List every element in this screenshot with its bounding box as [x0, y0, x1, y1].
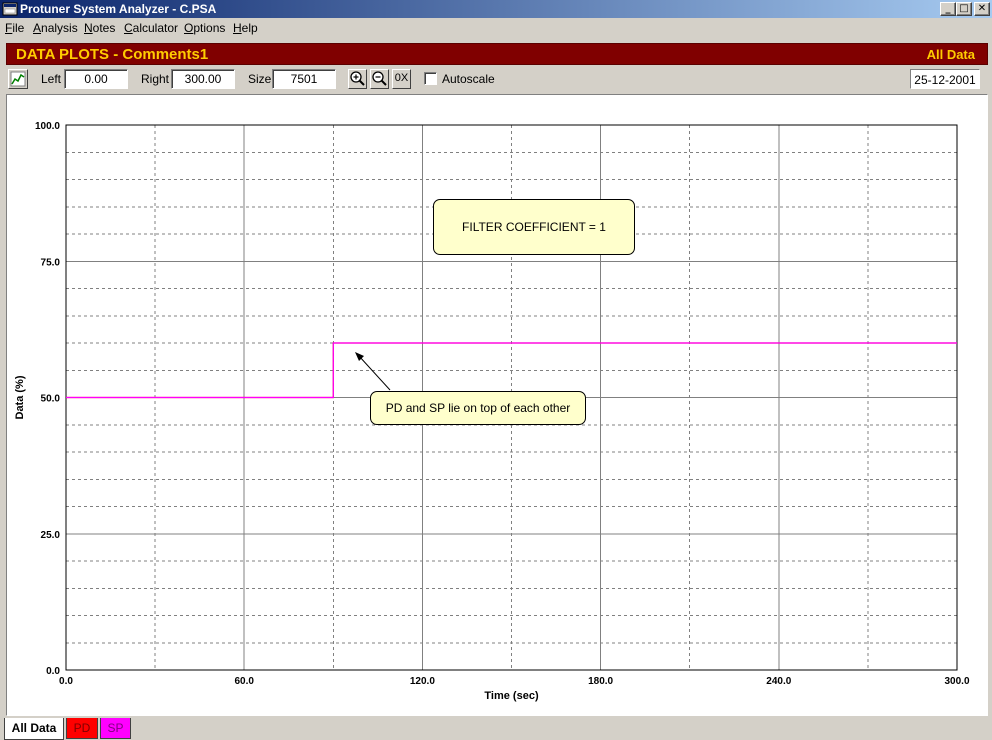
- maximize-button[interactable]: □: [956, 2, 972, 16]
- zoom-reset-button[interactable]: 0X: [392, 69, 411, 89]
- line-chart-icon[interactable]: [8, 69, 28, 89]
- size-input[interactable]: 7501: [272, 69, 336, 89]
- left-label: Left: [41, 72, 62, 86]
- menu-analysis[interactable]: Analysis: [33, 21, 78, 35]
- y-tick-label: 50.0: [41, 394, 61, 405]
- right-input[interactable]: 300.00: [171, 69, 235, 89]
- overlap-note[interactable]: PD and SP lie on top of each other: [370, 391, 586, 425]
- autoscale-label: Autoscale: [442, 72, 495, 86]
- x-tick-label: 300.0: [944, 676, 969, 687]
- x-tick-label: 120.0: [410, 676, 435, 687]
- x-tick-label: 60.0: [234, 676, 254, 687]
- menu-file[interactable]: File: [5, 21, 24, 35]
- date-display: 25-12-2001: [910, 69, 980, 89]
- plot-panel: 0.0 60.0 120.0 180.0 240.0 300.0 0.0 25.0 50.0 75…: [6, 94, 988, 716]
- right-label: Right: [141, 72, 170, 86]
- y-tick-label: 75.0: [41, 257, 61, 268]
- x-tick-label: 180.0: [588, 676, 613, 687]
- close-button[interactable]: ✕: [974, 2, 990, 16]
- menu-notes[interactable]: Notes: [84, 21, 115, 35]
- x-tick-label: 240.0: [766, 676, 791, 687]
- tab-pd[interactable]: PD: [66, 718, 98, 739]
- x-axis-title: Time (sec): [484, 690, 539, 702]
- y-tick-label: 0.0: [46, 666, 60, 677]
- tab-all-data[interactable]: All Data: [4, 718, 64, 740]
- tab-sp[interactable]: SP: [100, 718, 131, 739]
- zoom-in-icon[interactable]: [348, 69, 367, 89]
- app-icon: [2, 2, 18, 16]
- page-title: DATA PLOTS - Comments1: [16, 46, 209, 63]
- minimize-button[interactable]: _: [940, 2, 956, 16]
- zoom-out-icon[interactable]: [370, 69, 389, 89]
- x-tick-label: 0.0: [59, 676, 73, 687]
- size-label: Size: [248, 72, 272, 86]
- annotation-arrow-line: [358, 355, 391, 391]
- menu-options[interactable]: Options: [184, 21, 225, 35]
- filter-coefficient-note[interactable]: FILTER COEFFICIENT = 1: [433, 199, 635, 255]
- title-bar: Protuner System Analyzer - C.PSA _ □ ✕: [0, 0, 992, 18]
- y-axis-title: Data (%): [14, 375, 26, 419]
- window-title: Protuner System Analyzer - C.PSA: [20, 2, 217, 16]
- autoscale-checkbox[interactable]: [424, 72, 437, 85]
- menu-calculator[interactable]: Calculator: [124, 21, 178, 35]
- y-tick-label: 25.0: [41, 530, 61, 541]
- menu-help[interactable]: Help: [233, 21, 258, 35]
- view-label: All Data: [926, 47, 975, 62]
- left-input[interactable]: 0.00: [64, 69, 128, 89]
- menu-bar: File Analysis Notes Calculator Options H…: [0, 18, 992, 37]
- toolbar: Left 0.00 Right 300.00 Size 7501 0X Auto…: [6, 67, 988, 91]
- y-tick-label: 100.0: [35, 121, 60, 132]
- header-band: DATA PLOTS - Comments1 All Data: [6, 43, 988, 65]
